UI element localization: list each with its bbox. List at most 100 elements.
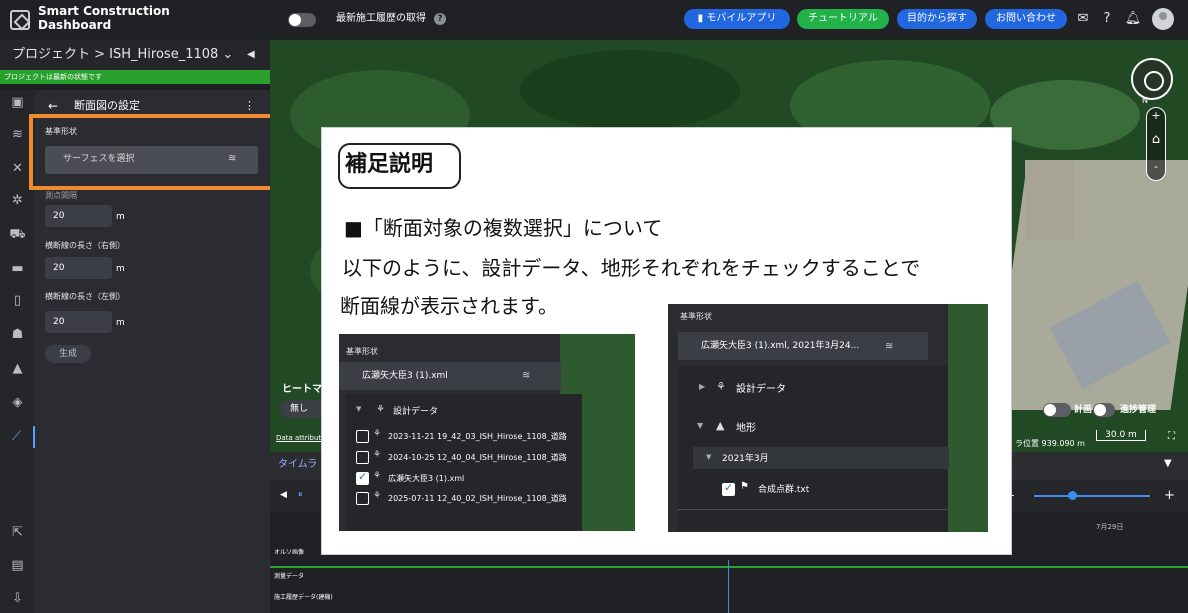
pause-icon[interactable]: ⏸ xyxy=(298,490,303,500)
history-label: 最新施工履歴の取得 xyxy=(336,13,426,24)
help-icon[interactable]: ? xyxy=(1098,10,1116,28)
measure-icon[interactable]: ◈ xyxy=(0,392,35,414)
mobile-app-button[interactable]: ▮ モバイルアプリ xyxy=(684,9,790,29)
data-attribution-link[interactable]: Data attributi xyxy=(276,434,323,442)
download-icon[interactable]: ⇩ xyxy=(0,588,35,610)
layers-icon: ≋ xyxy=(522,370,531,381)
checkbox[interactable] xyxy=(356,451,369,464)
document-icon[interactable]: ▤ xyxy=(0,555,35,577)
cross-section-icon[interactable]: ⟋ xyxy=(0,426,35,448)
timeline-row-label: オルソ画像 xyxy=(274,549,305,556)
timeline-title: タイムラ xyxy=(278,459,318,470)
design-file-icon: ⚘ xyxy=(373,471,382,481)
chevron-down-icon[interactable]: ▼ xyxy=(356,405,361,413)
bell-icon[interactable]: 🔔︎ xyxy=(1124,10,1142,28)
left-length-label: 横断線の長さ（左側） xyxy=(45,292,125,301)
right-length-label: 横断線の長さ（右側） xyxy=(45,241,125,250)
compass-icon[interactable] xyxy=(1131,58,1173,100)
timeline-row-label: 測量データ xyxy=(274,573,305,580)
date-group-label: 2021年3月 xyxy=(722,454,769,464)
home-icon[interactable]: ⌂ xyxy=(1146,133,1166,147)
chevron-right-icon[interactable]: ▶ xyxy=(699,382,705,391)
checkbox-checked[interactable] xyxy=(356,470,369,485)
zoom-in-timeline-button[interactable]: + xyxy=(1164,488,1175,503)
progress-label: 進捗管理 xyxy=(1120,405,1157,415)
timeline-cursor[interactable] xyxy=(728,560,729,613)
chevron-down-icon[interactable]: ▼ xyxy=(706,453,711,461)
select-value: 広瀬矢大臣3 (1).xml, 2021年3月24... xyxy=(701,341,860,351)
notification-icon[interactable]: ✉ xyxy=(1074,10,1092,28)
avatar[interactable] xyxy=(1152,8,1174,30)
interval-unit: m xyxy=(116,212,125,222)
flag-icon: ⚑ xyxy=(740,481,749,492)
settings-icon[interactable]: ✲ xyxy=(0,190,35,212)
chevron-down-icon[interactable]: ▼ xyxy=(1164,458,1172,469)
layers-icon: ≋ xyxy=(885,341,894,352)
previous-icon[interactable]: ◀ xyxy=(280,490,287,500)
design-data-label: 設計データ xyxy=(393,407,439,417)
design-data-icon: ⚘ xyxy=(376,404,385,415)
terrain-icon: ▲ xyxy=(716,419,725,432)
mouse-position: ラ位置 939.090 m xyxy=(1015,439,1085,448)
progress-toggle[interactable] xyxy=(1093,403,1115,417)
left-length-unit: m xyxy=(116,318,125,328)
plan-toggle[interactable] xyxy=(1043,403,1071,417)
base-shape-label: 基準形状 xyxy=(346,347,378,356)
left-length-input[interactable]: 20 xyxy=(45,311,112,333)
interval-label: 測点間隔 xyxy=(45,191,77,200)
interval-input[interactable]: 20 xyxy=(45,205,112,227)
external-link-icon[interactable]: ⇱ xyxy=(0,522,35,544)
design-data-label: 設計データ xyxy=(736,384,786,395)
scale-bar: 30.0 m xyxy=(1096,430,1146,441)
users-icon[interactable]: ☗ xyxy=(0,324,35,346)
back-arrow-icon[interactable]: ← xyxy=(48,98,58,114)
tutorial-button[interactable]: チュートリアル xyxy=(797,9,889,29)
folder-icon[interactable]: ▬ xyxy=(0,258,35,280)
contact-button[interactable]: お問い合わせ xyxy=(985,9,1067,29)
plan-label: 計画 xyxy=(1074,405,1093,415)
project-breadcrumb[interactable]: プロジェクト > ISH_Hirose_1108 ⌄ xyxy=(12,46,233,64)
terrain-icon[interactable]: ▲ xyxy=(0,358,35,380)
list-item: 2024-10-25 12_40_04_ISH_Hirose_1108_道路 xyxy=(388,453,567,462)
zoom-in-button[interactable]: + xyxy=(1146,109,1166,123)
north-label: N xyxy=(1142,96,1148,105)
mobile-app-label: モバイルアプリ xyxy=(706,13,777,24)
help-icon[interactable]: ? xyxy=(434,13,446,25)
collapse-panel-icon[interactable]: ◀ xyxy=(247,46,255,64)
find-by-purpose-button[interactable]: 目的から探す xyxy=(897,9,977,29)
timeline-zoom-slider[interactable] xyxy=(1034,495,1150,497)
checkbox-checked[interactable] xyxy=(722,481,735,496)
brand-name: Smart Construction xyxy=(38,4,170,18)
list-item: 2025-07-11 12_40_02_ISH_Hirose_1108_道路 xyxy=(388,494,567,503)
embankment-area xyxy=(1025,160,1075,240)
card-title: 補足説明 xyxy=(345,152,434,177)
checkbox[interactable] xyxy=(356,430,369,443)
terrain-label: 地形 xyxy=(736,423,756,434)
right-length-unit: m xyxy=(116,264,125,274)
chevron-down-icon[interactable]: ▼ xyxy=(697,421,703,430)
list-item: 2023-11-21 19_42_03_ISH_Hirose_1108_道路 xyxy=(388,432,567,441)
heatmap-label: ヒートマ xyxy=(282,384,322,395)
list-item: 広瀬矢大臣3 (1).xml xyxy=(388,474,465,483)
fullscreen-icon[interactable]: ⛶ xyxy=(1168,431,1175,442)
design-data-icon: ⚘ xyxy=(716,380,726,393)
timeline-track xyxy=(270,566,1188,568)
brand-subtitle: Dashboard xyxy=(38,18,112,32)
design-file-icon: ⚘ xyxy=(373,450,382,460)
logo-icon[interactable] xyxy=(10,10,30,30)
map-icon[interactable]: ▣ xyxy=(0,92,35,114)
timeline-date-label: 7月29日 xyxy=(1096,523,1124,531)
right-length-input[interactable]: 20 xyxy=(45,257,112,279)
highlight-box xyxy=(29,114,285,190)
zoom-out-button[interactable]: - xyxy=(1146,160,1166,174)
heatmap-select[interactable]: 無し xyxy=(280,400,324,418)
machine-icon[interactable]: ⛟ xyxy=(0,224,35,246)
history-toggle[interactable] xyxy=(288,13,316,27)
card-heading: ■「断面対象の複数選択」について xyxy=(344,216,663,240)
checkbox[interactable] xyxy=(356,492,369,505)
design-file-icon: ⚘ xyxy=(373,491,382,501)
select-value: 広瀬矢大臣3 (1).xml xyxy=(362,371,448,381)
device-icon[interactable]: ▯ xyxy=(0,290,35,312)
more-menu-icon[interactable]: ⋮ xyxy=(244,98,255,114)
generate-button[interactable]: 生成 xyxy=(45,345,91,363)
